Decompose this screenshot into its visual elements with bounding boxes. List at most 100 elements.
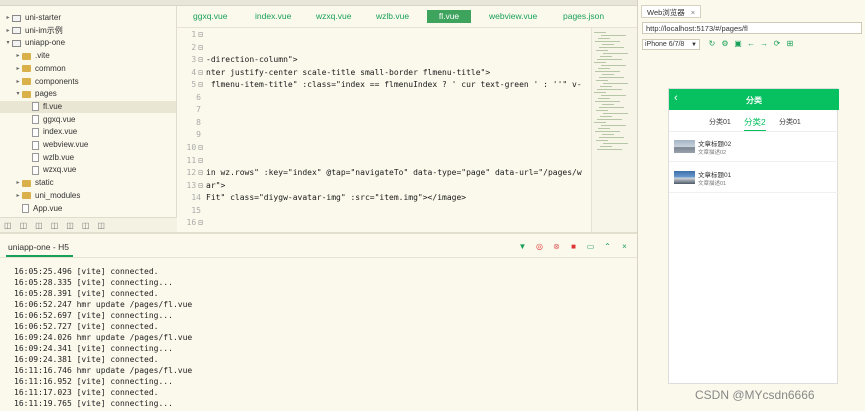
refresh-icon[interactable]: ⟳ [773, 39, 781, 48]
code-editor[interactable]: 1⊟2⊟3⊟4⊟5⊟678910⊟11⊟12⊟13⊟141516⊟17⊟ -di… [177, 28, 591, 232]
tree-file[interactable]: wzlb.vue [0, 152, 176, 164]
tree-file[interactable]: fl.vue [0, 100, 176, 113]
error-icon[interactable]: ◎ [535, 242, 544, 251]
editor-tab[interactable]: webview.vue [483, 10, 543, 23]
export-icon[interactable]: ▭ [586, 242, 595, 251]
tree-file[interactable]: wzxq.vue [0, 164, 176, 176]
code-line: flmenu-item-title" :class="index == flme… [206, 80, 582, 90]
tree-folder[interactable]: ▸ uni-starter [0, 12, 176, 24]
category-tab-active[interactable]: 分类2 [744, 116, 766, 131]
line-number: 12 ⊟ [187, 167, 203, 179]
fold-icon[interactable]: ⊟ [198, 181, 203, 190]
console-panel: uniapp-one - H5 ▼ ◎ ⊗ ■ ▭ ⌃ × 16:05:25.4… [0, 232, 637, 411]
log-line: 16:05:25.496 [vite] connected. [14, 267, 159, 276]
minimap-line [598, 98, 610, 99]
chevron-right-icon: ▸ [16, 53, 20, 60]
close-icon[interactable]: × [691, 8, 695, 17]
fold-icon[interactable]: ⊟ [198, 43, 203, 52]
browser-tab[interactable]: Web浏览器 × [641, 5, 702, 18]
tree-item-label: ggxq.vue [43, 114, 76, 124]
fold-icon[interactable]: ⊟ [198, 156, 203, 165]
article-thumbnail [674, 171, 695, 184]
line-number-text: 10 [186, 142, 197, 152]
folder-icon [22, 179, 31, 187]
template-icon[interactable]: ◫ [66, 221, 74, 230]
line-number: 9 [196, 129, 203, 141]
editor-tab[interactable]: wzlb.vue [370, 10, 415, 23]
help-icon[interactable]: ◫ [82, 221, 90, 230]
gear-icon[interactable]: ◫ [51, 221, 59, 230]
folder-icon [22, 192, 31, 200]
tree-file[interactable]: ggxq.vue [0, 114, 176, 126]
tree-folder[interactable]: ▸ uni-im示例 [0, 25, 176, 37]
file-icon [32, 115, 39, 125]
tree-folder[interactable]: ▸ .vite [0, 50, 176, 62]
forward-icon[interactable]: → [760, 39, 768, 48]
fold-icon[interactable]: ⊟ [198, 143, 203, 152]
fold-icon[interactable]: ⊟ [198, 30, 203, 39]
line-number-text: 1 [191, 30, 197, 39]
settings-icon[interactable]: ⚙ [721, 39, 729, 48]
fold-icon[interactable]: ⊟ [198, 218, 203, 227]
fold-icon[interactable]: ⊟ [198, 80, 203, 89]
rotate-icon[interactable]: ↻ [708, 39, 716, 48]
devtools-icon[interactable]: ⊞ [786, 39, 794, 48]
line-number-text: 13 [186, 180, 197, 190]
editor-tab[interactable]: wzxq.vue [310, 10, 357, 23]
editor-tab[interactable]: pages.json [557, 10, 610, 23]
tree-folder[interactable]: ▾ uniapp-one [0, 37, 176, 49]
phone-navbar: ‹ 分类 [669, 89, 839, 110]
minimap-line [602, 74, 614, 75]
list-item[interactable]: 文章标题01 文章描述01 [669, 163, 839, 193]
tree-file[interactable]: index.vue [0, 126, 176, 138]
minimap-line [601, 125, 626, 126]
close-panel-icon[interactable]: × [620, 242, 629, 251]
tree-folder[interactable]: ▸ common [0, 63, 176, 75]
tree-folder[interactable]: ▸ static [0, 177, 176, 189]
minimap-line [601, 65, 626, 66]
minimap-line [596, 80, 608, 81]
minimap-line [594, 122, 606, 123]
tree-item-label: common [35, 63, 66, 73]
line-number-text: 7 [196, 105, 201, 115]
device-select-value: iPhone 6/7/8 [645, 41, 685, 48]
minimap-line [603, 83, 628, 84]
minimap-line [598, 128, 610, 129]
console-title[interactable]: uniapp-one - H5 [6, 242, 73, 257]
clear-icon[interactable]: ⊗ [552, 242, 561, 251]
device-select[interactable]: iPhone 6/7/8 ▼ [642, 39, 700, 50]
category-tab[interactable]: 分类01 [709, 117, 731, 127]
log-line: 16:05:28.335 [vite] connecting... [14, 278, 173, 287]
tree-file[interactable]: App.vue [0, 203, 176, 215]
fold-icon[interactable]: ⊟ [198, 68, 203, 77]
log-line: 16:11:16.746 hmr update /pages/fl.vue [14, 366, 193, 375]
line-number: 15 [191, 205, 203, 217]
tree-file[interactable]: webview.vue [0, 139, 176, 151]
category-tab[interactable]: 分类01 [779, 117, 801, 127]
user-icon[interactable]: ◫ [35, 221, 43, 230]
editor-tab[interactable]: ggxq.vue [187, 10, 234, 23]
home-icon[interactable]: ◫ [20, 221, 28, 230]
tree-item-label: uni-im示例 [25, 25, 63, 35]
filter-icon[interactable]: ▼ [518, 242, 527, 251]
fold-icon[interactable]: ⊟ [198, 55, 203, 64]
minimap-line [602, 44, 614, 45]
code-line: Fit" class="diygw-avatar-img" :src="item… [206, 193, 467, 203]
list-item[interactable]: 文章标题02 文章描述02 [669, 132, 839, 162]
tree-folder[interactable]: ▸ uni_modules [0, 190, 176, 202]
folder-icon[interactable]: ◫ [4, 221, 12, 230]
fold-icon[interactable]: ⊟ [198, 168, 203, 177]
minimap[interactable] [591, 28, 637, 232]
url-input[interactable]: http://localhost:5173/#/pages/fl [642, 22, 862, 34]
minimap-line [598, 68, 610, 69]
screenshot-icon[interactable]: ▣ [734, 39, 742, 48]
editor-tab[interactable]: fl.vue [427, 10, 471, 23]
collapse-icon[interactable]: ⌃ [603, 242, 612, 251]
code-line: ar"> [206, 180, 226, 190]
menu-icon[interactable]: ◫ [97, 221, 105, 230]
tree-folder[interactable]: ▾ pages [0, 88, 176, 100]
back-icon[interactable]: ← [747, 39, 755, 48]
tree-folder[interactable]: ▸ components [0, 76, 176, 88]
stop-icon[interactable]: ■ [569, 242, 578, 251]
editor-tab[interactable]: index.vue [249, 10, 297, 23]
